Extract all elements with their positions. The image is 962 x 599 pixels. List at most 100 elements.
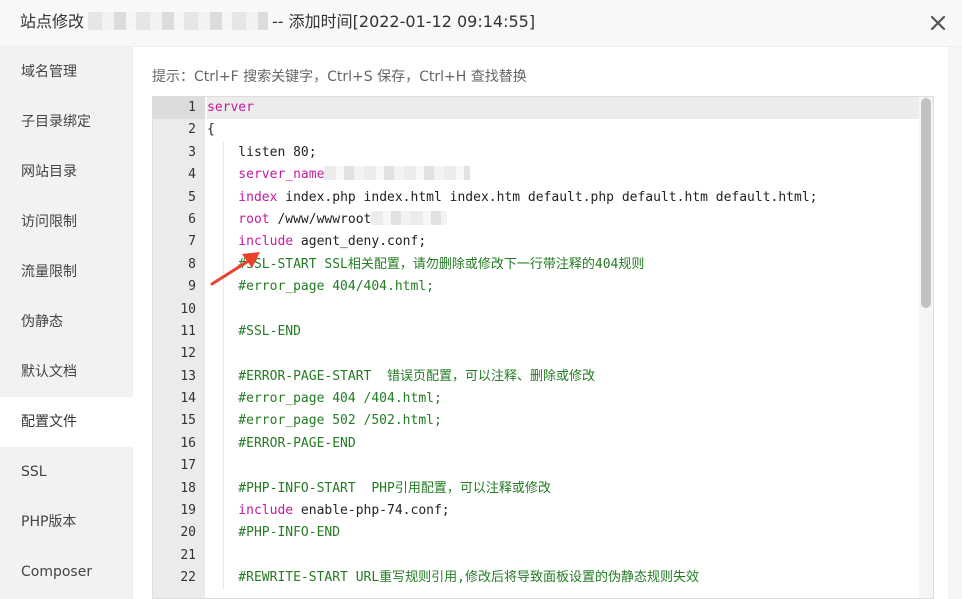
code-line[interactable]: 21 [153,544,919,568]
redacted-value [324,166,471,181]
code-value: listen 80; [207,144,317,160]
code-keyword: index [207,189,278,205]
code-line[interactable]: 10 [153,298,919,321]
code-text: #error_page 502 /502.html; [207,410,919,432]
title-prefix: 站点修改 [20,12,85,31]
code-line[interactable]: 5 index index.php index.html index.htm d… [153,186,919,209]
indent-guide [223,298,224,321]
code-comment: #PHP-INFO-START PHP引用配置，可以注释或修改 [207,480,551,496]
code-text: index index.php index.html index.htm def… [207,187,919,209]
code-lines[interactable]: 1 server 2{3 listen 80; 4 server_name 5 inde… [153,97,919,590]
editor-hint: 提示：Ctrl+F 搜索关键字，Ctrl+S 保存，Ctrl+H 查找替换 [152,69,527,85]
sidebar-item[interactable]: 访问限制 [0,197,133,247]
code-text: #SSL-END [207,321,919,343]
sidebar-item[interactable]: 默认文档 [0,347,133,397]
code-text: server_name [207,164,919,186]
code-text: include agent_deny.conf; [207,231,919,253]
line-number: 17 [180,458,196,474]
line-number: 11 [180,323,196,339]
code-line[interactable]: 15 #error_page 502 /502.html; [153,410,919,433]
line-number: 13 [180,368,196,384]
sidebar-item[interactable]: 流量限制 [0,247,133,297]
code-text: #ERROR-PAGE-END [207,433,919,455]
line-number: 12 [180,346,196,362]
code-value: index.php index.html index.htm default.p… [277,189,818,205]
sidebar-item[interactable]: Composer [0,547,133,597]
line-number: 8 [188,256,196,272]
code-line[interactable]: 13 #ERROR-PAGE-START 错误页配置，可以注释、删除或修改 [153,365,919,389]
editor-scrollbar[interactable] [919,97,933,598]
code-line[interactable]: 9 #error_page 404/404.html; [153,276,919,299]
dialog-scrollbar[interactable] [948,47,962,599]
close-icon [930,15,946,31]
code-line[interactable]: 20 #PHP-INFO-END [153,522,919,545]
sidebar-item[interactable]: 子目录绑定 [0,97,133,147]
line-number: 3 [188,144,196,160]
code-line[interactable]: 16 #ERROR-PAGE-END [153,432,919,456]
line-number: 10 [180,301,196,317]
code-text: server [207,97,919,120]
line-number: 18 [180,480,196,496]
sidebar-nav: 域名管理 子目录绑定 网站目录 访问限制 流量限制 伪静态 默认文档 配置文件 SSL PHP版本… [0,47,133,599]
code-line[interactable]: 18 #PHP-INFO-START PHP引用配置，可以注释或修改 [153,477,919,501]
line-number: 15 [180,413,196,429]
title-suffix: -- 添加时间[2022-01-12 09:14:55] [272,12,536,31]
sidebar-item[interactable]: 网站目录 [0,147,133,197]
code-comment: #error_page 404 /404.html; [207,391,442,407]
code-keyword: server_name [207,167,325,183]
site-edit-dialog: 站点修改 -- 添加时间[2022-01-12 09:14:55] 域名管理 子目录… [0,0,962,599]
line-number: 16 [180,435,196,451]
line-number: 5 [188,189,196,205]
code-text: #PHP-INFO-END [207,522,919,544]
code-value: agent_deny.conf; [293,234,427,250]
code-keyword: include [207,234,294,250]
code-line[interactable]: 8 #SSL-START SSL相关配置，请勿删除或修改下一行带注释的404规则 [153,253,919,277]
code-text: #ERROR-PAGE-START 错误页配置，可以注释、删除或修改 [207,366,919,388]
code-text: listen 80; [207,142,919,164]
indent-guide [223,343,224,366]
code-line[interactable]: 12 [153,343,919,366]
code-line[interactable]: 6 root /www/wwwroot [153,208,919,232]
line-number: 20 [180,525,196,541]
code-line[interactable]: 1 server [153,97,919,120]
code-text: #error_page 404 /404.html; [207,388,919,410]
code-line[interactable]: 17 [153,455,919,478]
code-keyword: server [207,100,254,115]
code-line[interactable]: 14 #error_page 404 /404.html; [153,388,919,411]
code-value: enable-php-74.conf; [293,503,450,519]
code-keyword: include [207,503,294,519]
dialog-title: 站点修改 -- 添加时间[2022-01-12 09:14:55] [20,0,535,46]
code-comment: #ERROR-PAGE-START 错误页配置，可以注释、删除或修改 [207,368,596,384]
config-file-panel: 提示：Ctrl+F 搜索关键字，Ctrl+S 保存，Ctrl+H 查找替换 1s… [133,47,948,599]
code-editor[interactable]: 1 server 2{3 listen 80; 4 server_name 5 inde… [152,96,934,599]
code-line[interactable]: 4 server_name [153,164,919,187]
code-comment: #PHP-INFO-END [207,525,341,541]
sidebar-item[interactable]: 配置文件 [0,397,133,447]
dialog-titlebar: 站点修改 -- 添加时间[2022-01-12 09:14:55] [0,0,962,47]
code-line[interactable]: 19 include enable-php-74.conf; [153,500,919,523]
sidebar-item[interactable]: 域名管理 [0,47,133,97]
code-line[interactable]: 2{ [153,119,919,141]
line-number: 4 [188,167,196,183]
code-text: include enable-php-74.conf; [207,500,919,522]
code-text: { [207,119,919,141]
sidebar-item[interactable]: 伪静态 [0,297,133,347]
code-comment: #error_page 502 /502.html; [207,413,442,429]
sidebar-item[interactable]: SSL [0,447,133,497]
close-button[interactable] [926,11,950,35]
code-line[interactable]: 7 include agent_deny.conf; [153,231,919,254]
code-line[interactable]: 11 #SSL-END [153,320,919,344]
redacted-site-name [88,12,269,30]
code-line[interactable]: 22 #REWRITE-START URL重写规则引用,修改后将导致面板设置的伪… [153,567,919,590]
indent-guide [223,455,224,478]
code-value: /www/wwwroot [269,211,372,227]
line-number: 6 [188,211,196,227]
line-number: 19 [180,503,196,519]
editor-scroll-thumb[interactable] [921,98,931,308]
line-number: 1 [153,97,205,120]
code-comment: #REWRITE-START URL重写规则引用,修改后将导致面板设置的伪静态规… [207,570,700,586]
line-number: 21 [180,547,196,563]
line-number: 22 [180,570,196,586]
sidebar-item[interactable]: PHP版本 [0,497,133,547]
code-line[interactable]: 3 listen 80; [153,141,919,165]
